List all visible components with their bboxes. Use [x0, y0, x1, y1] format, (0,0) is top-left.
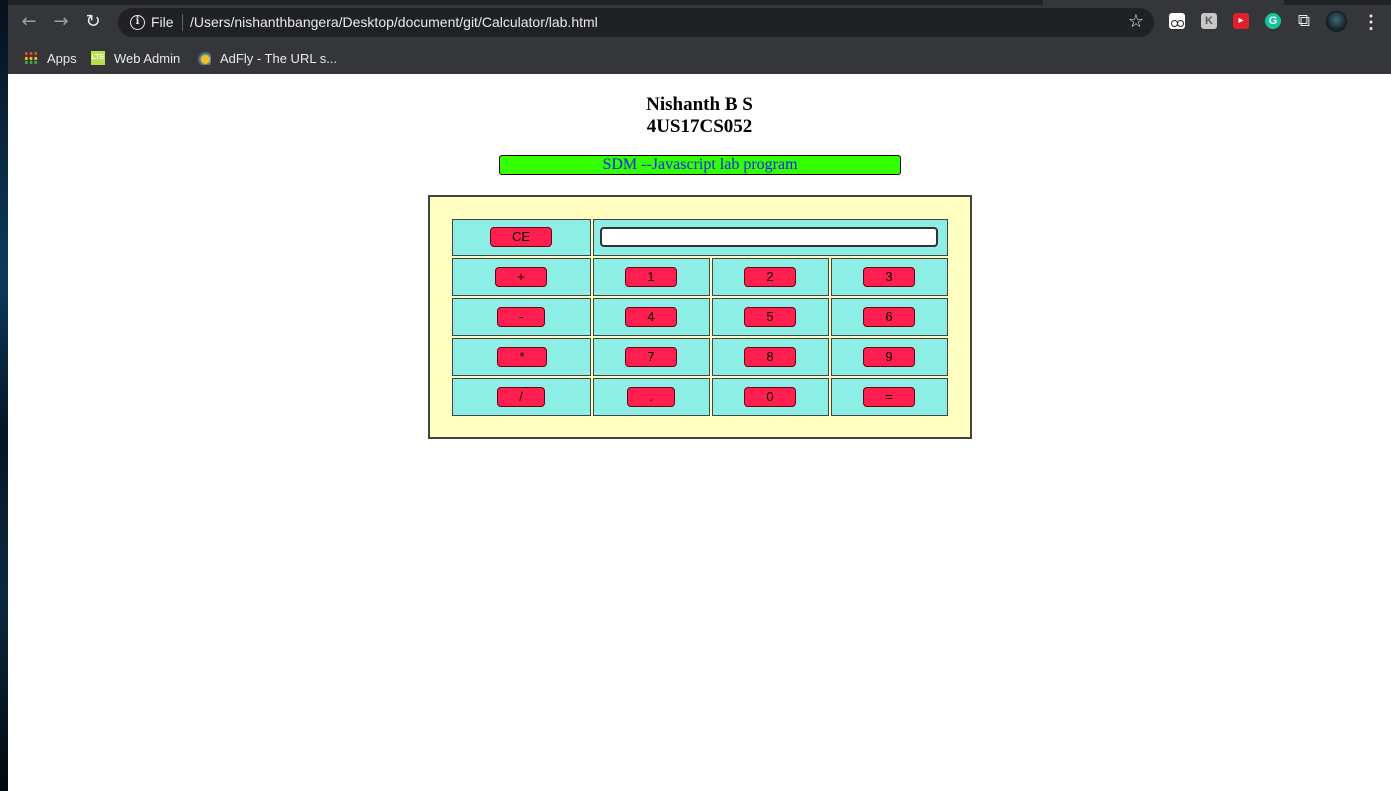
bookmark-apps[interactable]: Apps [24, 48, 77, 68]
digit-5-button[interactable]: 5 [744, 307, 796, 327]
key-cell: 6 [831, 298, 948, 336]
reload-icon[interactable]: ↻ [82, 11, 104, 33]
browser-menu-icon[interactable]: ⋮ [1362, 11, 1380, 33]
key-cell: / [452, 378, 591, 416]
digit-0-button[interactable]: 0 [744, 387, 796, 407]
key-cell: 0 [712, 378, 829, 416]
bookmark-web-admin[interactable]: LTE Web Admin [91, 48, 180, 68]
key-cell: 8 [712, 338, 829, 376]
key-cell: 7 [593, 338, 710, 376]
divide-button[interactable]: / [497, 387, 545, 407]
add-button[interactable]: + [495, 267, 547, 287]
bookmark-star-icon[interactable]: ☆ [1128, 11, 1144, 32]
bookmarks-bar: Apps LTE Web Admin AdFly - The URL s... [8, 42, 1391, 74]
author-usn: 4US17CS052 [646, 116, 753, 137]
key-cell: 2 [712, 258, 829, 296]
key-cell: 9 [831, 338, 948, 376]
digit-7-button[interactable]: 7 [625, 347, 677, 367]
clear-cell: CE [452, 219, 591, 256]
subtract-button[interactable]: - [497, 307, 545, 327]
decimal-point-button[interactable]: . [627, 387, 675, 407]
forward-arrow-icon[interactable]: → [50, 11, 72, 33]
browser-window: ← → ↻ i File /Users/nishanthbangera/Desk… [8, 0, 1391, 791]
desktop-background-strip [0, 0, 8, 791]
lab-banner: SDM --Javascript lab program [499, 155, 901, 175]
digit-4-button[interactable]: 4 [625, 307, 677, 327]
key-cell: 5 [712, 298, 829, 336]
tab-strip [8, 0, 1043, 5]
digit-6-button[interactable]: 6 [863, 307, 915, 327]
author-name: Nishanth B S [646, 94, 753, 115]
key-cell: 1 [593, 258, 710, 296]
grammarly-extension-icon[interactable]: G [1265, 13, 1281, 29]
url-scheme-label: File [151, 14, 174, 30]
profile-avatar[interactable] [1326, 11, 1347, 32]
address-separator [182, 14, 183, 31]
lte-icon: LTE [91, 51, 105, 65]
digit-9-button[interactable]: 9 [863, 347, 915, 367]
tab-strip-right [1284, 0, 1391, 5]
key-cell: + [452, 258, 591, 296]
key-cell: - [452, 298, 591, 336]
apps-grid-icon [24, 51, 38, 65]
bookmark-adfly[interactable]: AdFly - The URL s... [197, 48, 337, 68]
equals-button[interactable]: = [863, 387, 915, 407]
key-cell: 3 [831, 258, 948, 296]
url-text[interactable]: /Users/nishanthbangera/Desktop/document/… [190, 14, 598, 30]
site-info-icon[interactable]: i [130, 15, 145, 30]
digit-8-button[interactable]: 8 [744, 347, 796, 367]
browser-toolbar: ← → ↻ i File /Users/nishanthbangera/Desk… [8, 0, 1391, 42]
calculator-panel: CE + 1 2 3 - 4 5 6 * 7 8 9 / . 0 = [428, 195, 972, 439]
calculator-display[interactable] [600, 227, 938, 247]
key-cell: . [593, 378, 710, 416]
key-cell: = [831, 378, 948, 416]
digit-2-button[interactable]: 2 [744, 267, 796, 287]
clear-button[interactable]: CE [490, 227, 552, 247]
back-arrow-icon[interactable]: ← [18, 11, 40, 33]
bookmark-label: Apps [47, 50, 77, 66]
multiply-button[interactable]: * [497, 347, 547, 367]
page-content: Nishanth B S 4US17CS052 SDM --Javascript… [8, 74, 1391, 791]
key-cell: 4 [593, 298, 710, 336]
digit-1-button[interactable]: 1 [625, 267, 677, 287]
digit-3-button[interactable]: 3 [863, 267, 915, 287]
bookmark-label: AdFly - The URL s... [220, 50, 338, 66]
adfly-icon [197, 51, 211, 65]
bookmark-label: Web Admin [114, 50, 181, 66]
extensions-puzzle-icon[interactable]: ⧉ [1296, 13, 1312, 30]
red-extension-icon[interactable]: ▸ [1233, 13, 1249, 29]
goggles-extension-icon[interactable] [1169, 13, 1185, 29]
key-cell: * [452, 338, 591, 376]
address-bar[interactable]: i File /Users/nishanthbangera/Desktop/do… [118, 8, 1154, 37]
k-extension-icon[interactable]: K [1201, 13, 1217, 29]
